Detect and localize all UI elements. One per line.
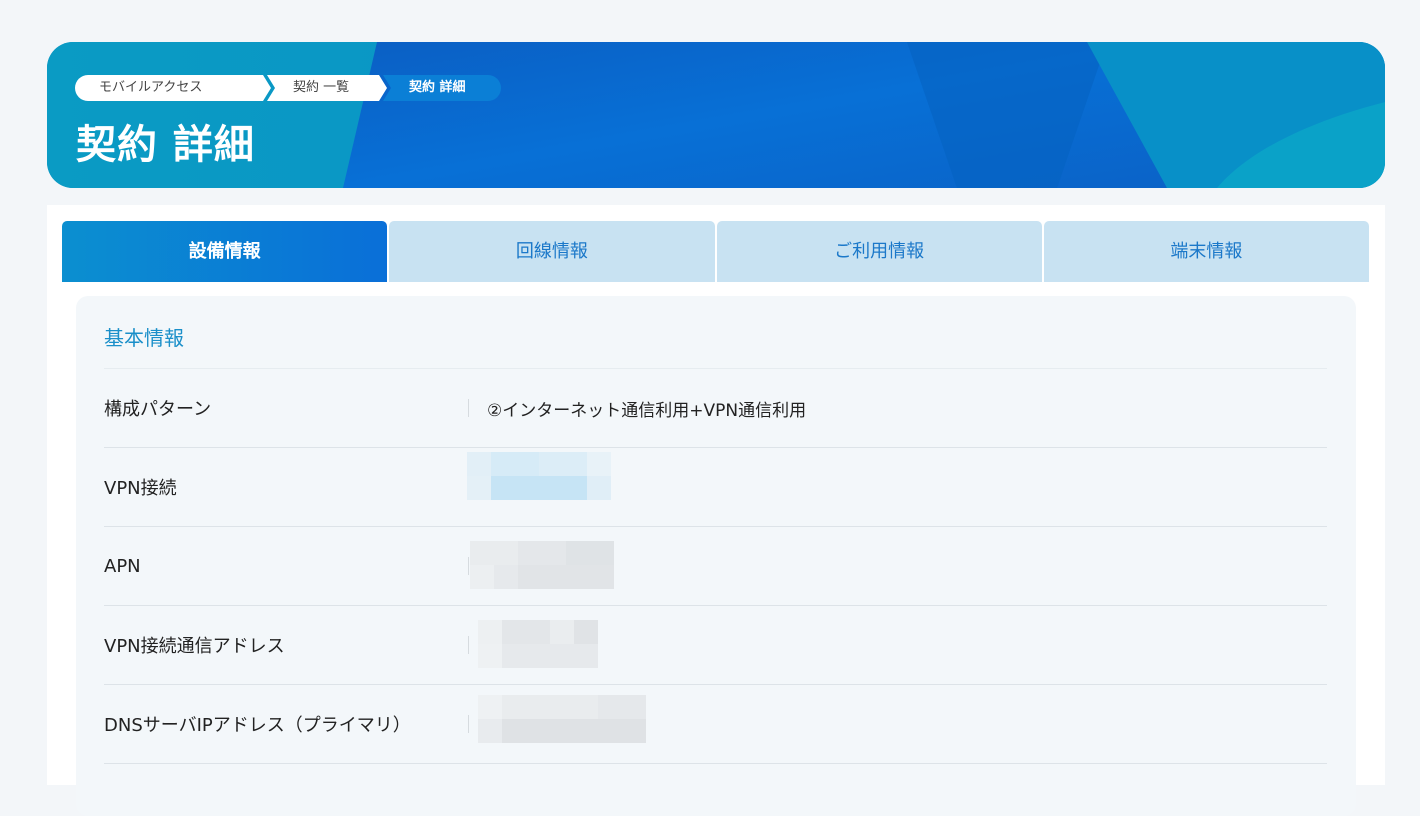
page-header-banner: モバイルアクセス 契約 一覧 契約 詳細 契約 詳細 [47, 42, 1385, 188]
breadcrumb-label: 契約 一覧 [293, 80, 350, 95]
tab-usage-info[interactable]: ご利用情報 [716, 221, 1042, 282]
row-label: DNSサーバIPアドレス（プライマリ） [104, 715, 411, 736]
breadcrumb: モバイルアクセス 契約 一覧 契約 詳細 [75, 75, 501, 101]
redacted-value [470, 541, 615, 589]
row-value: ②インターネット通信利用+VPN通信利用 [487, 400, 807, 421]
breadcrumb-label: モバイルアクセス [99, 80, 203, 95]
divider [468, 557, 469, 575]
table-row: VPN接続通信アドレス [104, 606, 1327, 685]
table-row: DNSサーバIPアドレス（プライマリ） [104, 685, 1327, 764]
table-row: APN [104, 527, 1327, 606]
row-label: VPN接続 [104, 478, 177, 499]
tab-bar: 設備情報 回線情報 ご利用情報 端末情報 [62, 221, 1369, 282]
tab-device-info[interactable]: 端末情報 [1043, 221, 1369, 282]
tab-equipment-info[interactable]: 設備情報 [62, 221, 388, 282]
page-title: 契約 詳細 [76, 122, 255, 168]
redacted-value [467, 452, 613, 500]
row-label: VPN接続通信アドレス [104, 636, 285, 657]
divider [468, 715, 469, 733]
divider [468, 399, 469, 417]
redacted-value [478, 620, 598, 668]
breadcrumb-label: 契約 詳細 [409, 80, 466, 95]
tab-line-info[interactable]: 回線情報 [389, 221, 715, 282]
row-label: 構成パターン [104, 399, 212, 420]
table-row: 構成パターン ②インターネット通信利用+VPN通信利用 [104, 369, 1327, 448]
redacted-value [478, 695, 646, 743]
main-content: 設備情報 回線情報 ご利用情報 端末情報 基本情報 構成パターン ②インターネッ… [47, 205, 1385, 816]
info-table: 構成パターン ②インターネット通信利用+VPN通信利用 VPN接続 APN VP… [104, 368, 1327, 764]
divider [468, 636, 469, 654]
row-label: APN [104, 555, 141, 577]
breadcrumb-item-contract-detail: 契約 詳細 [383, 75, 501, 101]
basic-info-panel: 基本情報 構成パターン ②インターネット通信利用+VPN通信利用 VPN接続 A… [76, 296, 1356, 816]
section-title: 基本情報 [104, 326, 184, 350]
table-row: VPN接続 [104, 448, 1327, 527]
breadcrumb-item-contract-list[interactable]: 契約 一覧 [267, 75, 387, 101]
breadcrumb-item-mobile-access[interactable]: モバイルアクセス [75, 75, 271, 101]
